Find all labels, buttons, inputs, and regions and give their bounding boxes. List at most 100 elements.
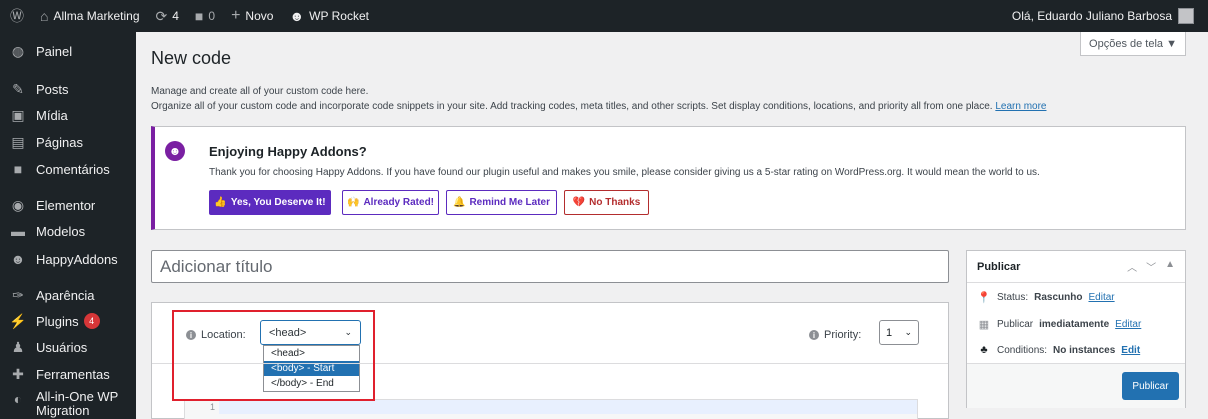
sidebar-item-label-group: All-in-One WP Migration [36, 390, 118, 418]
sidebar-item-label: Usuários [36, 339, 88, 355]
notice-text: Thank you for choosing Happy Addons. If … [209, 167, 1040, 178]
happy-addons-notice: ☻ Enjoying Happy Addons? Thank you for c… [151, 126, 1186, 230]
priority-value: 1 [886, 326, 893, 339]
wp-rocket-link[interactable]: ☻ WP Rocket [281, 0, 377, 32]
info-icon[interactable]: i [809, 330, 819, 340]
my-account[interactable]: Olá, Eduardo Juliano Barbosa [1012, 8, 1208, 24]
chevron-down-icon: ⌄ [344, 327, 352, 337]
page-description-line1: Manage and create all of your custom cod… [151, 86, 369, 97]
collapse-icon[interactable]: ▲ [1165, 259, 1175, 274]
greeting: Olá, Eduardo Juliano Barbosa [1011, 9, 1172, 23]
code-editor[interactable]: 1 [184, 399, 918, 419]
wrench-icon: ✚ [12, 365, 24, 382]
screen-options-button[interactable]: Opções de tela ▼ [1080, 32, 1186, 56]
comments-count: 0 [208, 9, 216, 23]
wordpress-logo[interactable]: Ⓦ [0, 0, 32, 32]
info-icon[interactable]: i [186, 330, 196, 340]
sidebar-item-ferramentas[interactable]: ✚ Ferramentas [0, 361, 136, 387]
conditions-edit-link[interactable]: Edit [1121, 345, 1140, 356]
location-option-head[interactable]: <head> [264, 346, 359, 361]
comments-link[interactable]: ■ 0 [187, 0, 223, 32]
title-input[interactable]: Adicionar título [151, 250, 949, 283]
thumbs-up-icon: 👍 [214, 197, 227, 208]
new-label: Novo [245, 9, 274, 23]
priority-label-group: i Priority: [809, 329, 861, 341]
folder-icon: ▬ [11, 223, 25, 239]
location-select[interactable]: <head> ⌄ [260, 320, 361, 345]
location-option-body-end[interactable]: </body> - End [264, 376, 359, 391]
status-label: Status: [997, 292, 1029, 303]
sidebar-item-comentarios[interactable]: ■ Comentários [0, 156, 136, 182]
avatar [1178, 8, 1194, 24]
media-icon: ▣ [11, 106, 25, 123]
updates-count: 4 [172, 9, 179, 23]
already-rated-button[interactable]: 🙌 Already Rated! [342, 190, 439, 215]
plugin-icon: ⚡ [9, 312, 27, 329]
admin-bar: Ⓦ ⌂ Allma Marketing ⟳ 4 ■ 0 + Novo ☻ WP … [0, 0, 1208, 32]
priority-select[interactable]: 1 ⌄ [879, 320, 919, 345]
sidebar-item-happyaddons[interactable]: ☻ HappyAddons [0, 246, 136, 272]
no-thanks-button[interactable]: 💔 No Thanks [564, 190, 649, 215]
sidebar-item-usuarios[interactable]: ♟ Usuários [0, 334, 136, 360]
sidebar-item-modelos[interactable]: ▬ Modelos [0, 218, 136, 244]
chevron-down-icon: ⌄ [904, 327, 912, 337]
sidebar-item-elementor[interactable]: ◉ Elementor [0, 192, 136, 218]
schedule-value: imediatamente [1039, 319, 1110, 330]
sidebar-item-label: Posts [36, 81, 69, 97]
sidebar-item-posts[interactable]: ✎ Posts [0, 76, 136, 102]
sidebar-item-painel[interactable]: ◍ Painel [0, 38, 136, 64]
admin-sidebar: ◍ Painel ✎ Posts ▣ Mídia ▤ Páginas ■ Com… [0, 32, 136, 419]
elementor-icon: ◉ [11, 196, 25, 213]
status-value: Rascunho [1034, 292, 1083, 303]
yes-deserve-button[interactable]: 👍 Yes, You Deserve It! [209, 190, 331, 215]
location-dropdown: <head> <body> - Start </body> - End [263, 345, 360, 392]
sidebar-item-aparencia[interactable]: ✑ Aparência [0, 282, 136, 308]
notice-title: Enjoying Happy Addons? [209, 144, 367, 159]
sidebar-item-all-in-one-migration[interactable]: ◐ All-in-One WP Migration [0, 390, 136, 419]
happy-addons-logo-icon: ☻ [165, 141, 185, 161]
box-controls: ︿ ﹀ ▲ [1127, 259, 1175, 274]
publish-status-row: 📍 Status: Rascunho Editar [977, 291, 1114, 304]
publish-schedule-row: ▦ Publicar imediatamente Editar [977, 318, 1142, 331]
divider [152, 363, 948, 364]
hands-icon: 🙌 [346, 197, 360, 208]
site-name-link[interactable]: ⌂ Allma Marketing [32, 0, 148, 32]
sidebar-item-label: Modelos [36, 223, 86, 239]
broken-heart-icon: 💔 [572, 197, 586, 208]
chevron-down-icon[interactable]: ﹀ [1146, 259, 1156, 274]
publish-button[interactable]: Publicar [1122, 372, 1179, 400]
users-icon: ♟ [11, 338, 25, 355]
publish-box-title: Publicar [977, 260, 1021, 273]
wordpress-icon: Ⓦ [10, 8, 24, 24]
sidebar-item-plugins[interactable]: ⚡ Plugins 4 [0, 308, 136, 334]
sidebar-item-midia[interactable]: ▣ Mídia [0, 102, 136, 128]
remind-later-button[interactable]: 🔔 Remind Me Later [446, 190, 557, 215]
publish-box-header: Publicar ︿ ﹀ ▲ [967, 251, 1185, 283]
code-settings-box: i Location: <head> ⌄ <head> <body> - Sta… [151, 302, 949, 419]
page-description-line2: Organize all of your custom code and inc… [151, 101, 1046, 112]
sitemap-icon: ♣ [980, 344, 988, 356]
status-edit-link[interactable]: Editar [1088, 292, 1114, 303]
dashboard-icon: ◍ [11, 42, 25, 59]
remind-later-label: Remind Me Later [469, 197, 551, 208]
page-title: New code [151, 48, 232, 68]
new-content-link[interactable]: + Novo [223, 0, 281, 32]
wp-rocket-label: WP Rocket [309, 9, 369, 23]
sidebar-item-label: Comentários [36, 161, 110, 177]
migration-icon: ◐ [13, 391, 23, 407]
schedule-edit-link[interactable]: Editar [1115, 319, 1141, 330]
active-line [219, 400, 917, 414]
location-select-value: <head> [269, 326, 307, 339]
comment-icon: ■ [13, 161, 23, 177]
location-label-group: i Location: [186, 329, 246, 341]
yes-deserve-label: Yes, You Deserve It! [230, 197, 326, 208]
sidebar-item-label: Ferramentas [36, 366, 110, 382]
no-thanks-label: No Thanks [589, 197, 641, 208]
page-description-text: Organize all of your custom code and inc… [151, 101, 993, 112]
updates-link[interactable]: ⟳ 4 [148, 0, 187, 32]
learn-more-link[interactable]: Learn more [995, 101, 1046, 112]
sidebar-item-paginas[interactable]: ▤ Páginas [0, 129, 136, 155]
sidebar-item-label: Aparência [36, 287, 95, 303]
page-icon: ▤ [11, 133, 25, 150]
chevron-up-icon[interactable]: ︿ [1127, 259, 1137, 274]
